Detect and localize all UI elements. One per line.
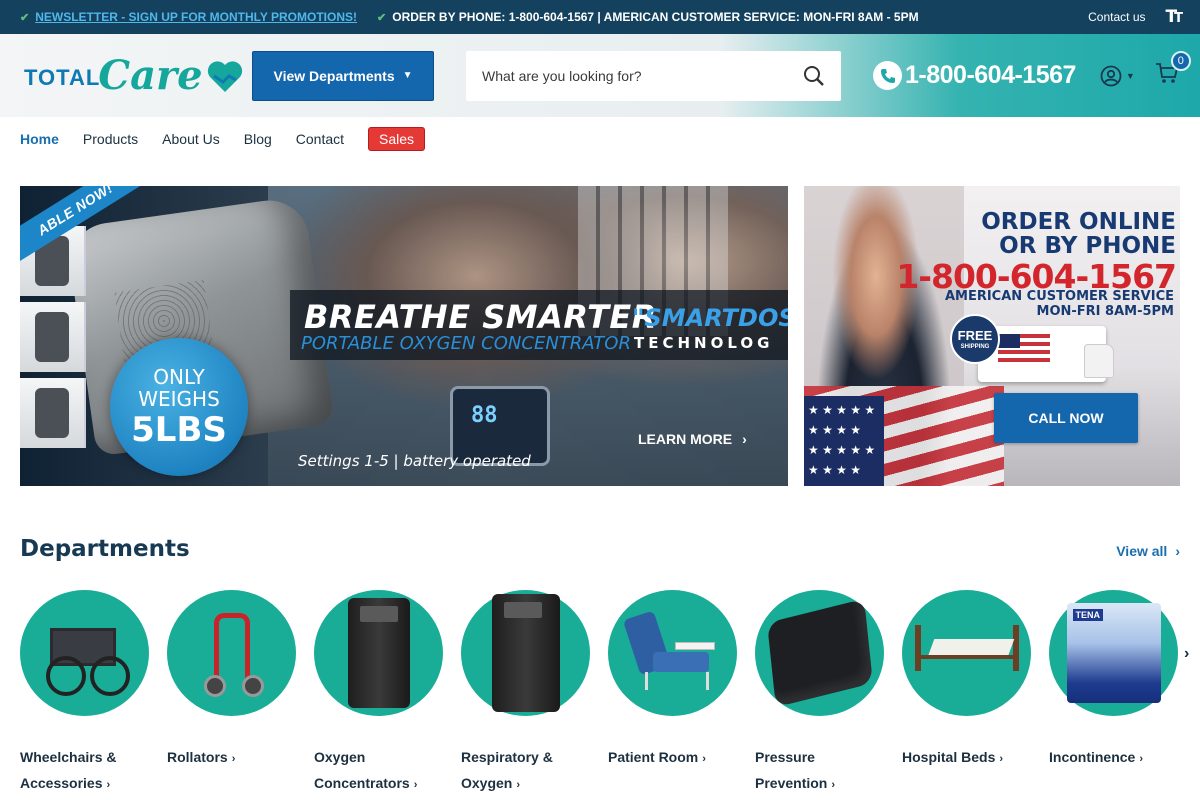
- phone-order-text: ORDER BY PHONE: 1-800-604-1567 | AMERICA…: [392, 10, 919, 24]
- departments-list: Wheelchairs & Accessories › Rollators › Oxy…: [20, 590, 1180, 798]
- department-label: Incontinence: [1049, 749, 1136, 765]
- department-label: Respiratory &: [461, 749, 553, 765]
- view-departments-label: View Departments: [273, 67, 395, 84]
- nav-sales[interactable]: Sales: [368, 127, 426, 151]
- search-icon[interactable]: [803, 65, 825, 87]
- text-size-icon[interactable]: TT: [1166, 7, 1183, 27]
- department-rollators[interactable]: Rollators ›: [167, 590, 296, 798]
- rollator-image: [167, 590, 296, 716]
- site-header: TOTAL Care View Departments ▼ 1-800-604-…: [0, 34, 1200, 117]
- departments-header: Departments View all ›: [20, 536, 1180, 562]
- department-label: Pressure: [755, 749, 815, 765]
- department-respiratory-oxygen[interactable]: Respiratory & Oxygen ›: [461, 590, 590, 798]
- departments-title: Departments: [20, 536, 190, 562]
- announcement-bar: ✔ NEWSLETTER - SIGN UP FOR MONTHLY PROMO…: [0, 0, 1200, 34]
- product-thumbnails: [20, 226, 86, 466]
- nav-home[interactable]: Home: [20, 131, 59, 147]
- order-online-heading: ORDER ONLINE OR BY PHONE: [981, 209, 1176, 260]
- department-label: Patient Room: [608, 749, 699, 765]
- hospital-bed-image: [902, 590, 1031, 716]
- main-nav: Home Products About Us Blog Contact Sale…: [0, 117, 1200, 161]
- department-label: Oxygen: [314, 749, 366, 765]
- department-oxygen-concentrators[interactable]: Oxygen Concentrators ›: [314, 590, 443, 798]
- check-icon: ✔: [377, 11, 387, 24]
- contact-us-link[interactable]: Contact us: [1088, 10, 1145, 24]
- announcement-phone: ✔ ORDER BY PHONE: 1-800-604-1567 | AMERI…: [377, 10, 919, 24]
- logo[interactable]: TOTAL Care: [24, 52, 252, 99]
- respiratory-image: [461, 590, 590, 716]
- department-incontinence[interactable]: Incontinence›: [1049, 590, 1178, 798]
- department-label: Rollators: [167, 749, 228, 765]
- wheelchair-image: [20, 590, 149, 716]
- chevron-right-icon: ›: [742, 431, 747, 447]
- chevron-right-icon: ›: [1175, 543, 1180, 559]
- logo-care: Care: [98, 52, 203, 99]
- header-phone-number: 1-800-604-1567: [905, 61, 1076, 89]
- weight-badge: ONLY WEIGHS 5LBS: [110, 338, 248, 476]
- nav-blog[interactable]: Blog: [244, 131, 272, 147]
- search-bar: [466, 50, 841, 101]
- stars-image: [804, 396, 884, 486]
- nav-products[interactable]: Products: [83, 131, 138, 147]
- account-menu[interactable]: ▼: [1100, 65, 1135, 87]
- announcement-newsletter[interactable]: ✔ NEWSLETTER - SIGN UP FOR MONTHLY PROMO…: [20, 10, 357, 24]
- weight-badge-line1: ONLY: [153, 365, 205, 389]
- banners: ABLE NOW! BREATHE SMARTER PORTABLE OXYGE…: [20, 186, 1180, 486]
- chevron-right-icon: ›: [516, 779, 521, 791]
- hero-settings-text: Settings 1-5 | battery operated: [298, 452, 531, 470]
- cart-button[interactable]: 0: [1155, 51, 1191, 90]
- view-all-link[interactable]: View all ›: [1116, 543, 1180, 559]
- search-input[interactable]: [482, 67, 803, 84]
- department-patient-room[interactable]: Patient Room ›: [608, 590, 737, 798]
- chevron-right-icon: ›: [231, 753, 236, 765]
- chevron-right-icon: ›: [999, 753, 1004, 765]
- department-label: Oxygen: [461, 775, 513, 791]
- learn-more-link[interactable]: LEARN MORE ›: [638, 431, 747, 447]
- phone-icon: [873, 61, 902, 90]
- department-label: Hospital Beds: [902, 749, 996, 765]
- department-pressure-prevention[interactable]: Pressure Prevention ›: [755, 590, 884, 798]
- department-label: Concentrators: [314, 775, 410, 791]
- chevron-down-icon: ▼: [402, 70, 413, 81]
- incontinence-product-image: [1049, 590, 1178, 716]
- weight-badge-line3: 5LBS: [131, 410, 227, 450]
- order-banner[interactable]: ORDER ONLINE OR BY PHONE 1-800-604-1567 …: [804, 186, 1180, 486]
- chevron-right-icon: ›: [831, 779, 836, 791]
- weight-badge-line2: WEIGHS: [138, 387, 220, 411]
- hero-subheadline: PORTABLE OXYGEN CONCENTRATOR: [301, 333, 631, 354]
- chevron-right-icon: ›: [106, 779, 111, 791]
- chevron-right-icon: ›: [1139, 753, 1144, 765]
- cart-count-badge: 0: [1170, 51, 1191, 71]
- technology-text: TECHNOLOG: [634, 334, 774, 352]
- department-wheelchairs[interactable]: Wheelchairs & Accessories ›: [20, 590, 149, 798]
- heart-hands-icon: [207, 60, 242, 92]
- user-icon: [1100, 65, 1122, 86]
- free-shipping-badge: FREE SHIPPING: [950, 314, 1000, 364]
- view-departments-button[interactable]: View Departments ▼: [252, 50, 434, 101]
- logo-total: TOTAL: [24, 64, 101, 90]
- header-phone-link[interactable]: 1-800-604-1567: [873, 61, 1076, 90]
- chevron-right-icon: ›: [413, 779, 418, 791]
- call-now-button[interactable]: CALL NOW: [994, 393, 1138, 443]
- view-all-label: View all: [1116, 543, 1168, 559]
- nav-contact[interactable]: Contact: [296, 131, 344, 147]
- chevron-right-icon: ›: [702, 753, 706, 765]
- newsletter-link[interactable]: NEWSLETTER - SIGN UP FOR MONTHLY PROMOTI…: [35, 10, 357, 24]
- hero-headline: BREATHE SMARTER: [304, 298, 657, 336]
- recliner-image: [608, 590, 737, 716]
- learn-more-label: LEARN MORE: [638, 431, 733, 447]
- oxygen-concentrator-image: [314, 590, 443, 716]
- smartdose-text: "SMARTDOSE: [632, 304, 788, 332]
- hero-banner[interactable]: ABLE NOW! BREATHE SMARTER PORTABLE OXYGE…: [20, 186, 788, 486]
- chevron-down-icon: ▼: [1125, 70, 1135, 81]
- department-label: Prevention: [755, 775, 828, 791]
- department-label: Wheelchairs &: [20, 749, 117, 765]
- carousel-next-icon[interactable]: ›: [1184, 645, 1189, 663]
- nav-about-us[interactable]: About Us: [162, 131, 220, 147]
- department-label: Accessories: [20, 775, 103, 791]
- department-hospital-beds[interactable]: Hospital Beds ›: [902, 590, 1031, 798]
- cushion-image: [755, 590, 884, 716]
- check-icon: ✔: [20, 11, 30, 24]
